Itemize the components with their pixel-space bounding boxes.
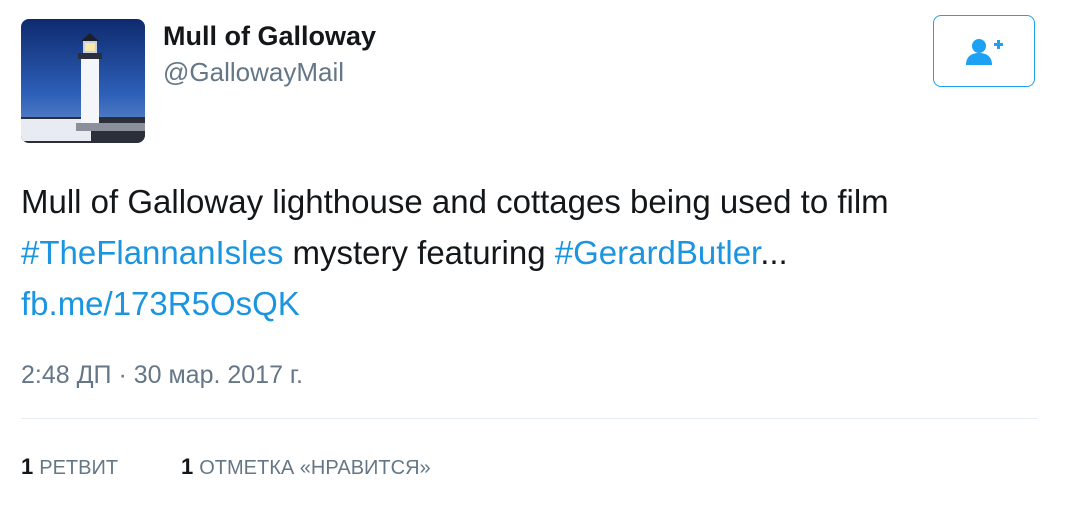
user-handle[interactable]: @GallowayMail [163, 56, 344, 88]
tweet-timestamp[interactable]: 2:48 ДП · 30 мар. 2017 г. [21, 358, 303, 392]
likes-label: ОТМЕТКА «НРАВИТСЯ» [199, 457, 431, 479]
hashtag-the-flannan-isles[interactable]: #TheFlannanIsles [21, 234, 283, 271]
retweets-label: РЕТВИТ [39, 457, 119, 479]
avatar[interactable] [21, 19, 145, 143]
tweet-text-middle: mystery featuring [283, 234, 555, 271]
display-name[interactable]: Mull of Galloway [163, 20, 376, 52]
divider [21, 418, 1037, 419]
tweet-card: Mull of Galloway @GallowayMail Mull of G… [0, 0, 1069, 505]
tweet-text-line1: Mull of Galloway lighthouse and cottages… [21, 183, 889, 220]
tweet-text-ellipsis: ... [760, 234, 788, 271]
retweets-count: 1 [21, 454, 34, 479]
add-user-icon [966, 39, 1003, 65]
hashtag-gerard-butler[interactable]: #GerardButler [555, 234, 760, 271]
tweet-link[interactable]: fb.me/173R5OsQK [21, 285, 300, 322]
likes-stat[interactable]: 1 ОТМЕТКА «НРАВИТСЯ» [181, 452, 431, 483]
tweet-text: Mull of Galloway lighthouse and cottages… [21, 176, 1021, 329]
likes-count: 1 [181, 454, 194, 479]
follow-button[interactable] [933, 15, 1035, 87]
retweets-stat[interactable]: 1 РЕТВИТ [21, 452, 118, 483]
lighthouse-photo-icon [21, 19, 145, 143]
